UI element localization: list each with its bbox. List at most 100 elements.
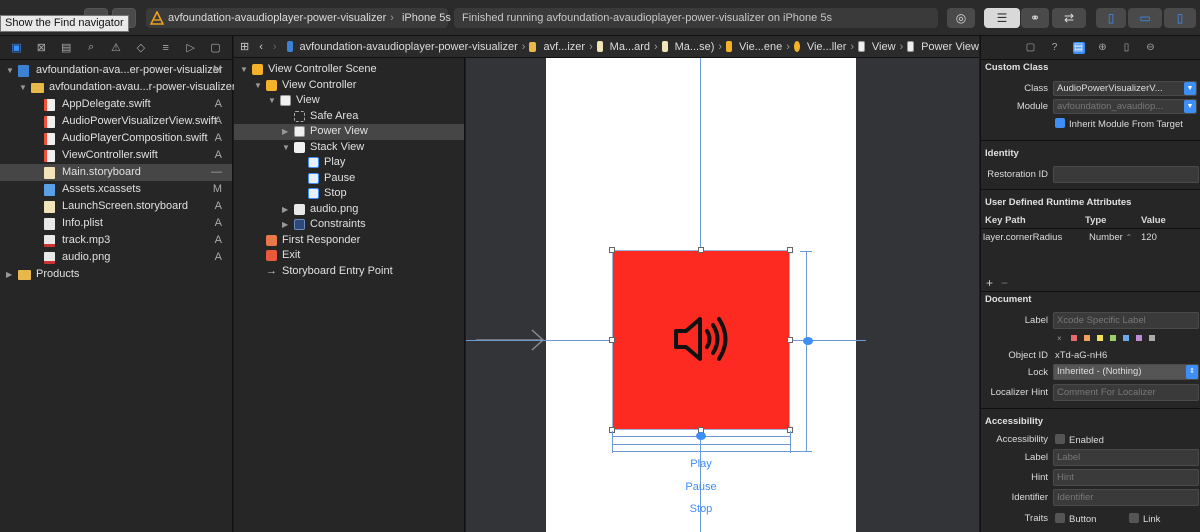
outline-item[interactable]: ▼ View Controller Scene [234, 62, 464, 78]
jumpbar-item[interactable]: Vie...ene [739, 41, 782, 53]
file-tree-item[interactable]: track.mp3 A [0, 232, 232, 249]
library-button[interactable]: ◎ [947, 8, 975, 28]
file-tree-item[interactable]: LaunchScreen.storyboard A [0, 198, 232, 215]
file-tree-item[interactable]: AudioPowerVisualizerView.swift A [0, 113, 232, 130]
outline-item[interactable]: Pause [234, 171, 464, 187]
resize-handle[interactable] [698, 247, 704, 253]
color-swatch[interactable] [1096, 335, 1103, 341]
type-cell[interactable]: Number ⌃ [1089, 229, 1141, 247]
file-tree-item[interactable]: AppDelegate.swift A [0, 96, 232, 113]
jumpbar-item[interactable]: View [872, 41, 896, 53]
jumpbar-item[interactable]: Power View [921, 41, 979, 53]
accessibility-enabled-checkbox[interactable]: Enabled [1055, 434, 1104, 446]
test-navigator-tab-icon[interactable]: ◇ [134, 41, 148, 54]
color-swatch[interactable] [1109, 335, 1116, 341]
lock-popup[interactable]: Inherited - (Nothing) ⇕ [1053, 364, 1199, 380]
color-swatch[interactable] [1122, 335, 1129, 341]
outline-item[interactable]: ▼ Stack View [234, 140, 464, 156]
disclosure-closed-icon[interactable]: ▶ [282, 202, 288, 218]
table-row[interactable]: layer.cornerRadius Number ⌃ 120 [981, 229, 1200, 247]
constraint-badge[interactable] [803, 337, 813, 345]
outline-item[interactable]: → Storyboard Entry Point [234, 264, 464, 280]
jumpbar-item[interactable]: Ma...ard [610, 41, 650, 53]
add-attribute-button[interactable]: + [986, 276, 993, 290]
related-items-icon[interactable]: ⊞ [240, 40, 249, 53]
file-tree-item[interactable]: AudioPlayerComposition.swift A [0, 130, 232, 147]
resize-handle[interactable] [609, 247, 615, 253]
resize-handle[interactable] [609, 337, 615, 343]
power-view[interactable] [612, 250, 790, 430]
source-control-tab-icon[interactable]: ⊠ [34, 41, 48, 54]
file-tree-item[interactable]: audio.png A [0, 249, 232, 266]
storyboard-canvas[interactable]: Play Pause Stop [466, 58, 979, 532]
toggle-debug-area-button[interactable]: ▭ [1128, 8, 1162, 28]
disclosure-open-icon[interactable]: ▼ [282, 140, 290, 156]
class-field[interactable]: AudioPowerVisualizerV... ▼ [1053, 81, 1197, 96]
clear-color-icon[interactable]: × [1057, 334, 1062, 343]
disclosure-open-icon[interactable]: ▼ [6, 62, 14, 79]
jumpbar-item[interactable]: Ma...se) [675, 41, 715, 53]
disclosure-closed-icon[interactable]: ▶ [282, 124, 288, 140]
version-editor-button[interactable]: ⇄ [1052, 8, 1086, 28]
outline-item[interactable]: Play [234, 155, 464, 171]
color-swatch[interactable] [1135, 335, 1142, 341]
color-swatch[interactable] [1148, 335, 1155, 341]
constraint-badge[interactable] [696, 432, 706, 440]
color-swatch[interactable] [1070, 335, 1077, 341]
chevron-down-icon[interactable]: ▼ [1184, 100, 1196, 113]
file-tree-item[interactable]: ▶ Products [0, 266, 232, 283]
trait-button-checkbox[interactable]: Button [1055, 513, 1096, 525]
a11y-label-field[interactable]: Label [1053, 449, 1199, 466]
standard-editor-button[interactable]: ☰ [984, 8, 1020, 28]
attributes-inspector-tab-icon[interactable]: ⊕ [1097, 42, 1109, 54]
remove-attribute-button[interactable]: − [1001, 276, 1008, 290]
file-tree-item[interactable]: ▼ avfoundation-avau...r-power-visualizer [0, 79, 235, 96]
resize-handle[interactable] [787, 337, 793, 343]
find-navigator-tab-icon[interactable]: ⌕ [84, 41, 98, 54]
jumpbar-item[interactable]: avf...izer [543, 41, 585, 53]
restoration-id-field[interactable] [1053, 166, 1199, 183]
outline-item[interactable]: ▼ View Controller [234, 78, 464, 94]
hint-field[interactable]: Hint [1053, 469, 1199, 486]
module-field[interactable]: avfoundation_avaudiop... ▼ [1053, 99, 1197, 114]
disclosure-open-icon[interactable]: ▼ [19, 79, 27, 96]
outline-item[interactable]: ▶ Constraints [234, 217, 464, 233]
chevron-down-icon[interactable]: ▼ [1184, 82, 1196, 95]
key-path-cell[interactable]: layer.cornerRadius [981, 229, 1089, 247]
outline-item[interactable]: ▶ audio.png [234, 202, 464, 218]
issue-navigator-tab-icon[interactable]: ⚠ [109, 41, 123, 54]
file-tree-item[interactable]: ▼ avfoundation-ava...er-power-visualizer M [0, 62, 232, 79]
outline-item[interactable]: Stop [234, 186, 464, 202]
outline-item[interactable]: First Responder [234, 233, 464, 249]
trait-link-checkbox[interactable]: Link [1129, 513, 1160, 525]
breakpoint-navigator-tab-icon[interactable]: ▷ [184, 41, 198, 54]
outline-item[interactable]: ▼ View [234, 93, 464, 109]
symbol-navigator-tab-icon[interactable]: ▤ [59, 41, 73, 54]
scheme-selector[interactable]: avfoundation-avaudioplayer-power-visuali… [146, 8, 451, 28]
file-inspector-tab-icon[interactable]: ▢ [1025, 42, 1037, 54]
report-navigator-tab-icon[interactable]: ▢ [208, 41, 222, 54]
disclosure-closed-icon[interactable]: ▶ [282, 217, 288, 233]
inherit-module-checkbox[interactable]: Inherit Module From Target [1055, 118, 1183, 130]
disclosure-open-icon[interactable]: ▼ [240, 62, 248, 78]
outline-item[interactable]: Safe Area [234, 109, 464, 125]
jumpbar-item[interactable]: avfoundation-avaudioplayer-power-visuali… [300, 41, 518, 53]
jumpbar-item[interactable]: Vie...ller [807, 41, 847, 53]
back-button[interactable]: ‹ [259, 41, 263, 53]
connections-inspector-tab-icon[interactable]: ⊖ [1145, 42, 1157, 54]
toggle-inspector-button[interactable]: ▯ [1164, 8, 1196, 28]
value-header[interactable]: Value [1141, 212, 1200, 228]
localizer-hint-field[interactable]: Comment For Localizer [1053, 384, 1199, 401]
resize-handle[interactable] [787, 247, 793, 253]
document-label-field[interactable]: Xcode Specific Label [1053, 312, 1199, 329]
file-tree-item[interactable]: Info.plist A [0, 215, 232, 232]
identifier-field[interactable]: Identifier [1053, 489, 1199, 506]
disclosure-closed-icon[interactable]: ▶ [6, 266, 12, 283]
key-path-header[interactable]: Key Path [981, 212, 1085, 228]
disclosure-open-icon[interactable]: ▼ [268, 93, 276, 109]
quick-help-tab-icon[interactable]: ? [1049, 42, 1061, 54]
file-tree-item[interactable]: ViewController.swift A [0, 147, 232, 164]
play-button[interactable]: Play [612, 458, 790, 470]
pause-button[interactable]: Pause [612, 481, 790, 493]
assistant-editor-button[interactable]: ⚭ [1021, 8, 1049, 28]
